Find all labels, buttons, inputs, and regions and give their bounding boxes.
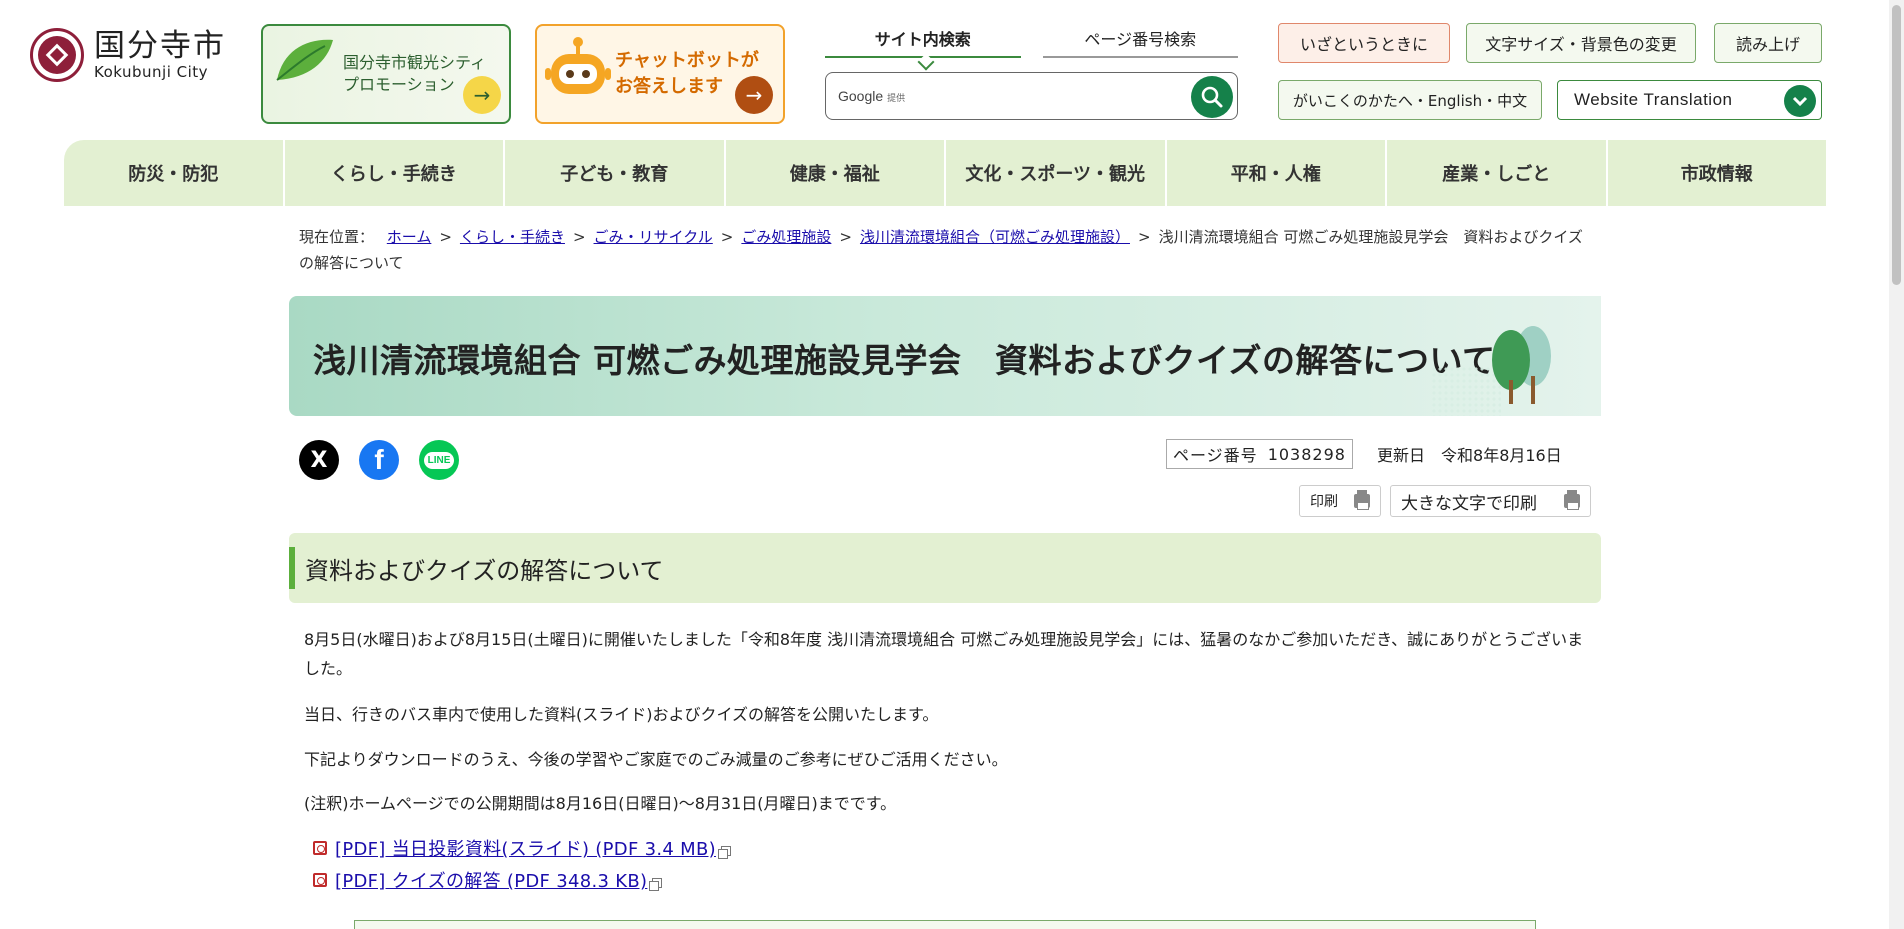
pdf-link-slides[interactable]: [PDF] 当日投影資料(スライド) (PDF 3.4 MB) <box>335 835 716 861</box>
updated-value: 令和8年8月16日 <box>1441 446 1562 465</box>
print-label: 印刷 <box>1310 494 1338 510</box>
paragraph-note: (注釈)ホームページでの公開期間は8月16日(日曜日)～8月31日(月曜日)まで… <box>304 794 897 813</box>
leaf-icon <box>276 39 333 81</box>
chatbot-banner[interactable]: チャットボットが お答えします → <box>535 24 785 124</box>
info-box <box>354 920 1536 929</box>
nav-item-living[interactable]: くらし・手続き <box>285 140 505 206</box>
banner-kanko-line1: 国分寺市観光シティ <box>343 53 487 72</box>
google-label: Google 提供 <box>838 88 906 104</box>
updated-date: 更新日 令和8年8月16日 <box>1377 442 1562 466</box>
logo-title: 国分寺市 <box>94 28 226 64</box>
city-emblem-icon <box>30 28 84 82</box>
arrow-right-icon: → <box>463 76 501 114</box>
pdf-icon <box>313 841 327 855</box>
external-window-icon <box>649 878 663 891</box>
breadcrumb-link-living[interactable]: くらし・手続き <box>460 228 565 246</box>
tab-page-number-search[interactable]: ページ番号検索 <box>1042 26 1238 58</box>
read-aloud-button[interactable]: 読み上げ <box>1714 23 1822 63</box>
printer-icon <box>1354 490 1370 510</box>
logo-subtitle: Kokubunji City <box>94 63 209 81</box>
external-window-icon <box>717 846 731 859</box>
share-line-button[interactable]: LINE <box>419 440 459 480</box>
share-facebook-button[interactable]: f <box>359 440 399 480</box>
pdf-link-quiz-answers[interactable]: [PDF] クイズの解答 (PDF 348.3 KB) <box>335 867 647 893</box>
breadcrumb-link-asakawa[interactable]: 浅川清流環境組合（可燃ごみ処理施設） <box>860 228 1130 246</box>
print-large-label: 大きな文字で印刷 <box>1401 493 1537 514</box>
trees-icon <box>1492 326 1551 404</box>
nav-item-disaster[interactable]: 防災・防犯 <box>64 140 285 206</box>
site-logo[interactable]: 国分寺市 Kokubunji City <box>30 28 226 82</box>
nav-item-peace[interactable]: 平和・人権 <box>1167 140 1387 206</box>
website-translation-select[interactable]: Website Translation <box>1557 80 1822 120</box>
search-button[interactable] <box>1191 76 1233 118</box>
breadcrumb-link-home[interactable]: ホーム <box>387 228 432 246</box>
breadcrumb-link-garbage[interactable]: ごみ・リサイクル <box>594 228 713 246</box>
global-nav: 防災・防犯 くらし・手続き 子ども・教育 健康・福祉 文化・スポーツ・観光 平和… <box>64 140 1826 206</box>
tab-site-search[interactable]: サイト内検索 <box>825 26 1021 58</box>
nav-item-culture[interactable]: 文化・スポーツ・観光 <box>946 140 1167 206</box>
printer-icon <box>1564 490 1580 510</box>
tourism-promotion-banner[interactable]: 国分寺市観光シティ プロモーション → <box>261 24 511 124</box>
paragraph-download: 下記よりダウンロードのうえ、今後の学習やご家庭でのごみ減量のご参考にぜひご活用く… <box>304 750 1008 769</box>
scrollbar[interactable] <box>1889 0 1904 929</box>
paragraph-thanks: 8月5日(水曜日)および8月15日(土曜日)に開催いたしました「令和8年度 浅川… <box>304 630 1584 678</box>
translate-label: Website Translation <box>1574 90 1733 109</box>
text-size-button[interactable]: 文字サイズ・背景色の変更 <box>1466 23 1696 63</box>
nav-item-health[interactable]: 健康・福祉 <box>726 140 946 206</box>
emergency-button[interactable]: いざというときに <box>1278 23 1450 63</box>
updated-label: 更新日 <box>1377 446 1426 465</box>
banner-chat-line1: チャットボットが <box>615 50 759 71</box>
page-number-value: 1038298 <box>1267 444 1346 464</box>
print-large-text-button[interactable]: 大きな文字で印刷 <box>1390 485 1591 517</box>
page-title-banner: 浅川清流環境組合 可燃ごみ処理施設見学会 資料およびクイズの解答について <box>289 296 1601 416</box>
pdf-icon <box>313 873 327 887</box>
page-number-label: ページ番号 <box>1173 446 1258 465</box>
section-heading: 資料およびクイズの解答について <box>289 533 1601 603</box>
paragraph-publish: 当日、行きのバス車内で使用した資料(スライド)およびクイズの解答を公開いたします… <box>304 705 939 724</box>
share-x-button[interactable]: X <box>299 440 339 480</box>
page-title: 浅川清流環境組合 可燃ごみ処理施設見学会 資料およびクイズの解答について <box>313 341 1496 380</box>
nav-item-city-info[interactable]: 市政情報 <box>1608 140 1827 206</box>
breadcrumb-prefix: 現在位置： <box>299 228 375 246</box>
scrollbar-thumb[interactable] <box>1892 5 1901 285</box>
breadcrumb-link-facility[interactable]: ごみ処理施設 <box>741 228 831 246</box>
file-link-slides: [PDF] 当日投影資料(スライド) (PDF 3.4 MB) <box>313 835 731 861</box>
breadcrumb: 現在位置： ホーム > くらし・手続き > ごみ・リサイクル > ごみ処理施設 > 浅川清流環境… <box>299 228 1583 272</box>
print-button[interactable]: 印刷 <box>1299 485 1381 517</box>
nav-item-children[interactable]: 子ども・教育 <box>505 140 726 206</box>
arrow-right-icon: → <box>735 76 773 114</box>
nav-item-industry[interactable]: 産業・しごと <box>1387 140 1608 206</box>
search-icon <box>1201 86 1223 108</box>
page-number-box: ページ番号 1038298 <box>1166 439 1353 469</box>
foreign-language-button[interactable]: がいこくのかたへ・English・中文 <box>1278 80 1542 120</box>
section-title: 資料およびクイズの解答について <box>305 556 664 585</box>
robot-icon <box>545 37 611 94</box>
file-link-quiz: [PDF] クイズの解答 (PDF 348.3 KB) <box>313 867 663 893</box>
search-area: サイト内検索 ページ番号検索 Google 提供 <box>825 26 1238 120</box>
chevron-down-icon <box>1784 85 1816 117</box>
search-input[interactable]: Google 提供 <box>825 72 1238 120</box>
